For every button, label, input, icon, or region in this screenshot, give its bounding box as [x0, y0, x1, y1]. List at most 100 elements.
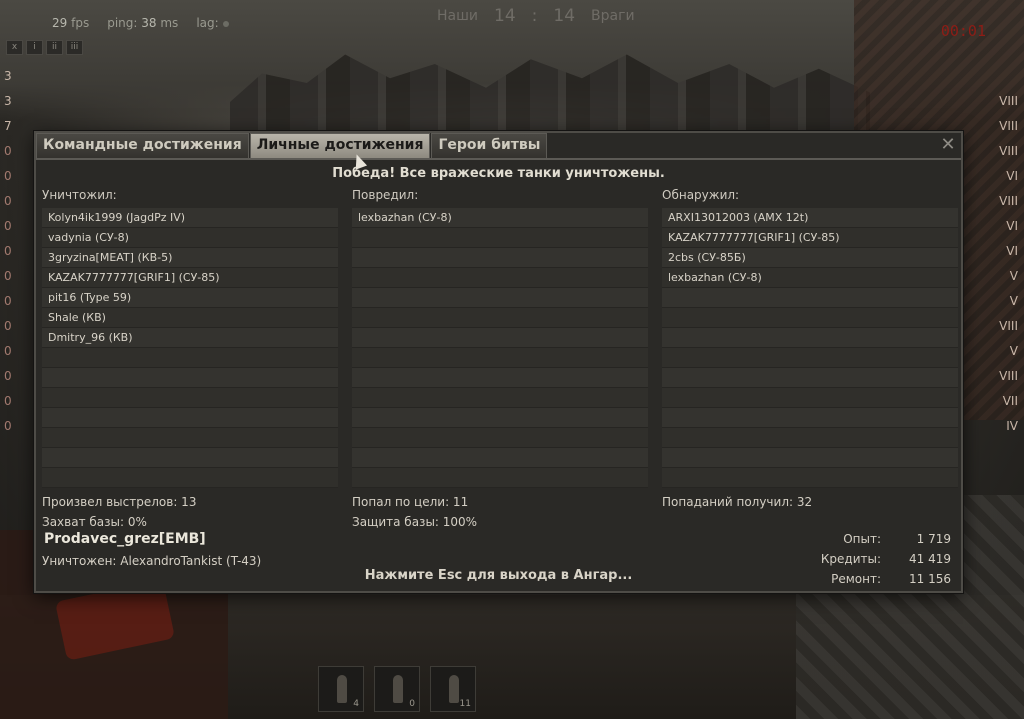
enemy-player-row [986, 66, 1024, 91]
allied-player-row: 0 [4, 344, 12, 358]
list-item [352, 348, 648, 368]
base-defense-stat: Защита базы: 100% [352, 515, 478, 529]
enemy-player-row: VIII [999, 94, 1018, 108]
list-item [662, 428, 958, 448]
hits-stat: Попал по цели: 11 [352, 495, 469, 509]
enemy-player-row: VIII [999, 119, 1018, 133]
reward-label: Ремонт: [831, 572, 881, 586]
list-item: ARXI13012003 (AMX 12t) [662, 208, 958, 228]
lag-readout: lag: [196, 16, 229, 30]
list-item [352, 308, 648, 328]
reward-row-repair: Ремонт: 11 156 [801, 571, 951, 591]
allied-player-row: 0 [4, 394, 12, 408]
ping-readout: ping: 38 ms [107, 16, 179, 30]
enemy-player-row: VIII [999, 319, 1018, 333]
reward-label: Кредиты: [820, 552, 881, 566]
panel-mode-button[interactable]: x [6, 40, 23, 55]
list-item [42, 368, 338, 388]
reward-label: Опыт: [843, 532, 881, 546]
tab-personal-achievements[interactable]: Личные достижения [249, 133, 431, 158]
list-item [352, 448, 648, 468]
base-capture-stat: Захват базы: 0% [42, 515, 147, 529]
list-item [42, 388, 338, 408]
allied-player-row: 0 [4, 169, 12, 183]
score-separator: : [531, 6, 538, 26]
list-item [352, 388, 648, 408]
list-item [352, 268, 648, 288]
enemy-player-row: V [1009, 344, 1018, 358]
team-enemy-score: 14 [553, 6, 576, 26]
enemy-player-row: V [1009, 294, 1018, 308]
list-item [352, 328, 648, 348]
tab-battle-heroes[interactable]: Герои битвы [431, 133, 548, 158]
shell-slot[interactable]: 11 [430, 666, 476, 712]
enemy-player-row: VIII [999, 144, 1018, 158]
battle-results-dialog: Командные достижения Личные достижения Г… [34, 131, 963, 593]
panel-mode-button[interactable]: ii [46, 40, 63, 55]
shell-slot[interactable]: 4 [318, 666, 364, 712]
list-item: Kolyn4ik1999 (JagdPz IV) [42, 208, 338, 228]
list-item [662, 368, 958, 388]
list-item [662, 288, 958, 308]
damaged-column-title: Повредил: [352, 188, 419, 202]
allied-player-row: 0 [4, 294, 12, 308]
killed-column: Уничтожил: Kolyn4ik1999 (JagdPz IV) vadyn… [42, 188, 338, 488]
panel-mode-button[interactable]: i [26, 40, 43, 55]
team-score: Наши 14 : 14 Враги [437, 6, 635, 26]
list-item: lexbazhan (СУ-8) [662, 268, 958, 288]
list-item [662, 328, 958, 348]
list-item: Dmitry_96 (КВ) [42, 328, 338, 348]
allied-player-row: 0 [4, 194, 12, 208]
list-item [662, 448, 958, 468]
list-item [42, 448, 338, 468]
list-item [42, 348, 338, 368]
team-enemy-label: Враги [591, 8, 635, 24]
enemy-player-row: VII [1002, 394, 1018, 408]
enemy-team-list: VIII VIII VIII VI VIII VI VI V V VIII V VIII VII IV [986, 66, 1024, 441]
lag-indicator-icon [222, 20, 229, 27]
team-ours-score: 14 [494, 6, 516, 26]
allied-player-row: 7 [4, 119, 12, 133]
battle-result-headline: Победа! Все вражеские танки уничтожены. [332, 166, 665, 181]
destroyed-by-stat: Уничтожен: AlexandroTankist (T-43) [42, 554, 262, 568]
battle-timer: 00:01 [940, 22, 986, 40]
list-item [42, 428, 338, 448]
list-item: Shale (КВ) [42, 308, 338, 328]
performance-stats: 29 fps ping: 38 ms lag: [52, 16, 229, 30]
team-ours-label: Наши [437, 8, 479, 24]
tab-team-achievements[interactable]: Командные достижения [36, 133, 249, 158]
reward-value: 41 419 [909, 552, 951, 566]
enemy-player-row: VI [1006, 169, 1018, 183]
allied-team-list: 3 3 7 0 0 0 0 0 0 0 0 0 0 0 0 [0, 66, 36, 441]
list-item [352, 368, 648, 388]
allied-player-row: 3 [4, 69, 12, 83]
list-item: 2cbs (СУ-85Б) [662, 248, 958, 268]
damaged-column: Повредил: lexbazhan (СУ-8) [352, 188, 648, 488]
spotted-list: ARXI13012003 (AMX 12t) KAZAK7777777[GRIF1… [662, 208, 958, 488]
list-item: pit16 (Type 59) [42, 288, 338, 308]
allied-player-row: 0 [4, 369, 12, 383]
fps-readout: 29 fps [52, 16, 90, 30]
list-item [42, 408, 338, 428]
allied-player-row: 0 [4, 244, 12, 258]
enemy-player-row: IV [1006, 419, 1018, 433]
reward-row-credits: Кредиты: 41 419 [801, 551, 951, 571]
results-tabs: Командные достижения Личные достижения Г… [36, 133, 548, 158]
close-icon[interactable]: ✕ [939, 136, 957, 154]
ammo-bar: 4 0 11 [318, 666, 476, 712]
list-item [662, 348, 958, 368]
list-item: KAZAK7777777[GRIF1] (СУ-85) [42, 268, 338, 288]
enemy-player-row: VIII [999, 194, 1018, 208]
allied-player-row: 0 [4, 419, 12, 433]
allied-player-row: 0 [4, 219, 12, 233]
list-item: KAZAK7777777[GRIF1] (СУ-85) [662, 228, 958, 248]
list-item: 3gryzina[MEAT] (КВ-5) [42, 248, 338, 268]
spotted-column-title: Обнаружил: [662, 188, 740, 202]
list-item [352, 468, 648, 488]
panel-mode-button[interactable]: iii [66, 40, 83, 55]
shell-slot[interactable]: 0 [374, 666, 420, 712]
list-item [662, 468, 958, 488]
enemy-player-row: VI [1006, 244, 1018, 258]
list-item: vadynia (СУ-8) [42, 228, 338, 248]
list-item [352, 428, 648, 448]
